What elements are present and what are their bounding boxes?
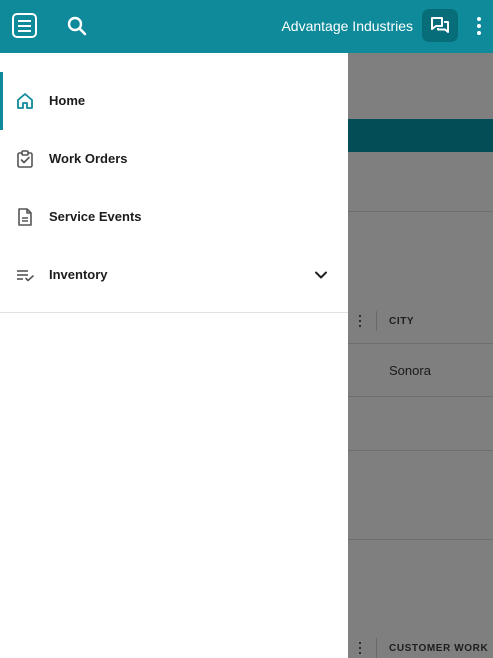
document-icon — [18, 208, 32, 226]
nav-item-label: Home — [49, 93, 86, 108]
nav-item-label: Work Orders — [49, 151, 128, 166]
clipboard-check-icon — [17, 150, 33, 168]
search-icon[interactable] — [66, 15, 88, 37]
nav-item-service-events[interactable]: Service Events — [0, 188, 348, 246]
hamburger-menu-icon[interactable] — [12, 13, 37, 38]
column-header-customer-work: CUSTOMER WORK — [389, 643, 489, 654]
chat-button[interactable] — [422, 9, 458, 42]
drawer-divider — [0, 312, 348, 313]
company-name: Advantage Industries — [281, 18, 413, 34]
home-icon — [17, 93, 33, 109]
background-header-band — [348, 119, 493, 152]
column-menu-icon — [358, 314, 362, 328]
chevron-down-icon[interactable] — [314, 268, 328, 282]
background-page-overlay[interactable]: CITY Sonora CUSTOMER WORK — [348, 53, 493, 658]
list-check-icon — [17, 270, 34, 282]
column-header-city: CITY — [389, 316, 415, 327]
nav-item-inventory[interactable]: Inventory — [0, 246, 348, 304]
nav-item-label: Service Events — [49, 209, 142, 224]
column-menu-icon — [358, 641, 362, 655]
top-app-bar: Advantage Industries — [0, 0, 493, 53]
navigation-drawer: Home Work Orders Service Events Inventor… — [0, 53, 348, 658]
nav-item-label: Inventory — [49, 267, 108, 282]
more-vertical-icon[interactable] — [474, 15, 484, 37]
chat-icon — [431, 17, 449, 33]
nav-item-home[interactable]: Home — [0, 72, 348, 130]
nav-item-work-orders[interactable]: Work Orders — [0, 130, 348, 188]
table-cell-city: Sonora — [389, 363, 431, 378]
